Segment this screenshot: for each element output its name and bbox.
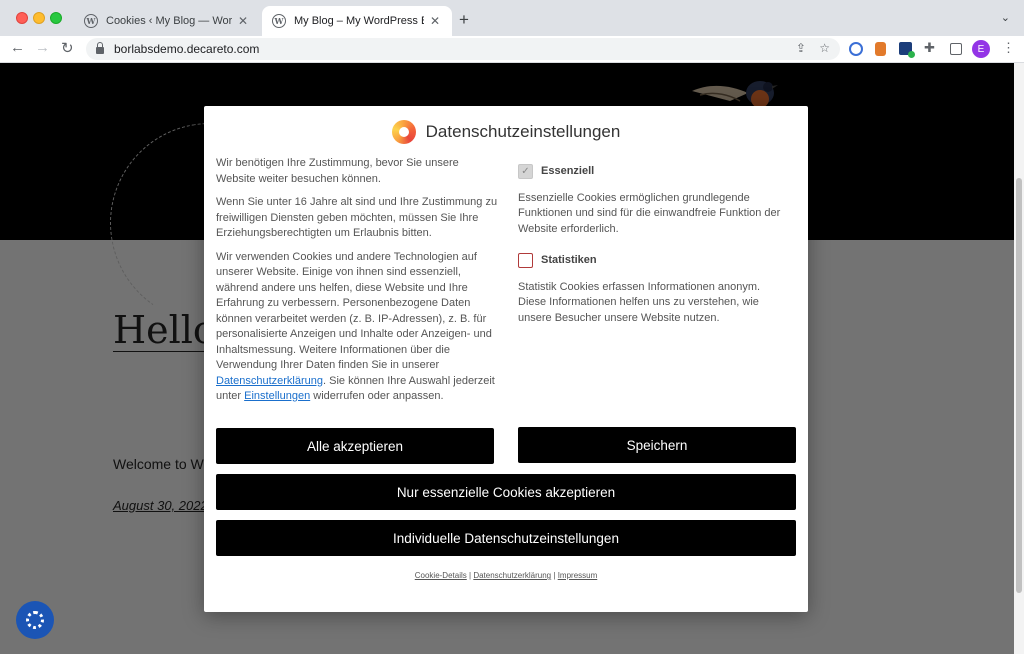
cookie-widget-icon xyxy=(26,611,44,629)
puzzle-extensions-icon[interactable]: ✚ xyxy=(924,40,935,56)
category-label: Essenziell xyxy=(541,165,595,177)
close-icon[interactable]: ✕ xyxy=(428,14,442,28)
essential-checkbox[interactable]: ✓ xyxy=(518,164,533,180)
tab-bar: W Cookies ‹ My Blog — WordPress ✕ W My B… xyxy=(0,0,1024,36)
extension-badge-icon[interactable] xyxy=(899,42,915,58)
more-menu-icon[interactable]: ⋮ xyxy=(1002,40,1015,56)
footer-separator: | xyxy=(469,571,472,580)
share-icon[interactable]: ⇪ xyxy=(796,41,806,55)
lock-icon[interactable] xyxy=(96,42,104,54)
scrollbar[interactable] xyxy=(1014,63,1024,654)
privacy-settings-dialog: Datenschutzeinstellungen Wir benötigen I… xyxy=(204,106,808,612)
zoom-window-button[interactable] xyxy=(50,12,62,24)
category-description: Essenzielle Cookies ermöglichen grundleg… xyxy=(518,191,781,235)
intro-text-a: Wir verwenden Cookies und andere Technol… xyxy=(216,250,492,372)
tab-title: My Blog – My WordPress Blog xyxy=(294,15,424,27)
onepassword-extension-icon[interactable] xyxy=(849,42,863,56)
intro-text-c: widerrufen oder anpassen. xyxy=(313,390,444,402)
tab-search-icon[interactable]: ⌄ xyxy=(1001,11,1010,24)
category-label: Statistiken xyxy=(541,254,597,266)
forward-arrow-icon[interactable]: → xyxy=(35,39,50,56)
intro-paragraph-1: Wir benötigen Ihre Zustimmung, bevor Sie… xyxy=(216,157,459,185)
profile-avatar[interactable]: E xyxy=(972,40,990,58)
accept-essential-only-button[interactable]: Nur essenzielle Cookies akzeptieren xyxy=(216,474,796,510)
intro-paragraph-3: Wir verwenden Cookies und andere Technol… xyxy=(216,250,498,405)
address-bar[interactable]: borlabsdemo.decareto.com ⇪ ☆ xyxy=(86,38,840,60)
tab-cookies[interactable]: W Cookies ‹ My Blog — WordPress ✕ xyxy=(74,6,260,36)
back-arrow-icon[interactable]: ← xyxy=(10,39,25,56)
url-text[interactable]: borlabsdemo.decareto.com xyxy=(114,42,259,56)
fox-extension-icon[interactable] xyxy=(875,42,886,56)
category-essential: ✓ Essenziell xyxy=(518,164,788,180)
minimize-window-button[interactable] xyxy=(33,12,45,24)
dialog-title: Datenschutzeinstellungen xyxy=(425,122,621,141)
wordpress-icon: W xyxy=(272,14,286,28)
category-statistics: Statistiken xyxy=(518,253,788,269)
dialog-intro: Wir benötigen Ihre Zustimmung, bevor Sie… xyxy=(216,156,498,413)
footer-separator: | xyxy=(553,571,556,580)
settings-link[interactable]: Einstellungen xyxy=(244,390,310,402)
wordpress-icon: W xyxy=(84,14,98,28)
tab-title: Cookies ‹ My Blog — WordPress xyxy=(106,15,232,27)
dialog-footer-links: Cookie-Details | Datenschutzerklärung | … xyxy=(204,571,808,580)
accept-all-button[interactable]: Alle akzeptieren xyxy=(216,428,494,464)
statistics-checkbox[interactable] xyxy=(518,253,533,269)
scrollbar-thumb[interactable] xyxy=(1016,178,1022,593)
privacy-policy-link[interactable]: Datenschutzerklärung xyxy=(216,375,323,387)
individual-settings-button[interactable]: Individuelle Datenschutzeinstellungen xyxy=(216,520,796,556)
cookie-settings-widget[interactable] xyxy=(16,601,54,639)
privacy-policy-footer-link[interactable]: Datenschutzerklärung xyxy=(473,571,551,580)
intro-paragraph-2: Wenn Sie unter 16 Jahre alt sind und Ihr… xyxy=(216,196,498,239)
consent-categories: ✓ Essenziell Essenzielle Cookies ermögli… xyxy=(518,164,788,342)
reload-icon[interactable]: ↻ xyxy=(61,39,74,57)
dialog-header: Datenschutzeinstellungen xyxy=(204,120,808,144)
new-tab-button[interactable]: + xyxy=(459,10,469,30)
imprint-link[interactable]: Impressum xyxy=(558,571,598,580)
close-icon[interactable]: ✕ xyxy=(236,14,250,28)
bookmark-star-icon[interactable]: ☆ xyxy=(819,41,830,55)
browser-toolbar: ← → ↻ borlabsdemo.decareto.com ⇪ ☆ ✚ E ⋮ xyxy=(0,36,1024,63)
cookie-details-link[interactable]: Cookie-Details xyxy=(415,571,467,580)
tab-my-blog[interactable]: W My Blog – My WordPress Blog ✕ xyxy=(262,6,452,36)
save-button[interactable]: Speichern xyxy=(518,427,796,463)
category-description: Statistik Cookies erfassen Informationen… xyxy=(518,280,761,324)
side-panel-icon[interactable] xyxy=(950,43,962,55)
close-window-button[interactable] xyxy=(16,12,28,24)
borlabs-logo-icon xyxy=(391,120,416,144)
